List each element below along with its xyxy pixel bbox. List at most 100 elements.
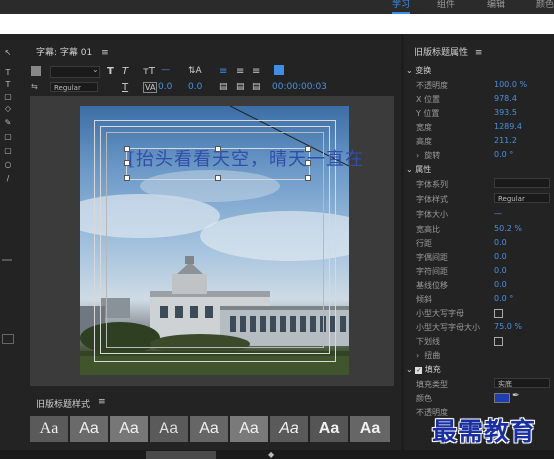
- tab-color[interactable]: 颜色: [536, 0, 554, 12]
- transform-section-label: 变换: [415, 66, 432, 75]
- rectangle-tool-icon[interactable]: ▢: [1, 132, 15, 142]
- font-size-value[interactable]: —: [494, 209, 502, 218]
- timeline-clip[interactable]: [146, 451, 216, 459]
- kerning-icon: VA: [143, 82, 158, 93]
- resize-handle-bc[interactable]: [215, 175, 221, 181]
- properties-title-label: 旧版标题属性: [414, 48, 469, 58]
- tab-stops-icon[interactable]: ⇆: [31, 82, 38, 91]
- fill-section[interactable]: ⌄ ✓ 填充: [406, 364, 441, 375]
- resize-handle-mr[interactable]: [305, 160, 311, 166]
- fill-type-select[interactable]: 实底: [494, 378, 550, 388]
- y-position-label: Y 位置: [416, 109, 440, 118]
- align-center-icon[interactable]: ≡: [236, 66, 244, 77]
- eyedropper-icon[interactable]: ✒: [512, 391, 520, 401]
- slant-value[interactable]: 0.0 °: [494, 294, 513, 303]
- leading-icon[interactable]: ⇅A: [188, 66, 202, 76]
- chevron-down-icon: ⌄: [406, 165, 416, 174]
- new-title-icon[interactable]: [31, 66, 41, 76]
- tab-stops-button[interactable]: ▤: [219, 82, 228, 92]
- align-left-icon[interactable]: ≡: [219, 66, 227, 77]
- font-family-select[interactable]: [494, 178, 550, 188]
- selection-tool-icon[interactable]: ↖: [1, 48, 15, 58]
- tracking-label: 字符间距: [416, 267, 448, 276]
- rounded-rect-tool-icon[interactable]: ▢: [1, 146, 15, 156]
- chevron-down-icon: ⌄: [406, 66, 416, 75]
- smallcaps-size-value[interactable]: 75.0 %: [494, 322, 522, 331]
- align-right-icon[interactable]: ≡: [252, 66, 260, 77]
- titler-title-label: 字幕: 字幕 01: [36, 48, 93, 58]
- fill-checkbox[interactable]: ✓: [415, 367, 423, 374]
- distort-label: 扭曲: [424, 351, 441, 360]
- ellipse-tool-icon[interactable]: ○: [1, 160, 15, 170]
- kerning-value[interactable]: 0.0: [158, 82, 172, 92]
- width-value[interactable]: 1289.4: [494, 122, 522, 131]
- resize-handle-tl[interactable]: [124, 146, 130, 152]
- font-size-label: 字体大小: [416, 210, 448, 219]
- resize-handle-tr[interactable]: [305, 146, 311, 152]
- leading-label: 行距: [416, 239, 432, 248]
- fill-color-swatch[interactable]: [494, 393, 510, 403]
- opacity-value[interactable]: 100.0 %: [494, 80, 527, 89]
- style-swatch[interactable]: Aa: [70, 416, 108, 442]
- align-icon[interactable]: [2, 259, 12, 261]
- tab-assembly[interactable]: 组件: [437, 0, 455, 12]
- font-style-dropdown[interactable]: Regular: [50, 82, 98, 92]
- style-swatch[interactable]: Aa: [230, 416, 268, 442]
- height-label: 高度: [416, 137, 432, 146]
- properties-section[interactable]: ⌄ 属性: [406, 164, 431, 175]
- leading-value[interactable]: 0.0: [494, 238, 507, 247]
- style-swatch[interactable]: Aa: [350, 416, 390, 442]
- smallcaps-label: 小型大写字母: [416, 309, 464, 318]
- style-swatch[interactable]: Aa: [30, 416, 68, 442]
- x-position-value[interactable]: 978.4: [494, 94, 517, 103]
- font-style-select[interactable]: Regular: [494, 193, 550, 203]
- height-value[interactable]: 211.2: [494, 136, 517, 145]
- pen-tool-icon[interactable]: ✎: [1, 118, 15, 128]
- properties-menu-icon[interactable]: ≡: [475, 48, 483, 58]
- tab-learn[interactable]: 学习: [392, 0, 411, 14]
- kerning-label: 字偶间距: [416, 253, 448, 262]
- underline-icon[interactable]: T: [122, 82, 128, 93]
- aspect-value[interactable]: 50.2 %: [494, 224, 522, 233]
- y-position-value[interactable]: 393.5: [494, 108, 517, 117]
- style-swatch[interactable]: Aa: [190, 416, 228, 442]
- transform-section[interactable]: ⌄ 变换: [406, 65, 431, 76]
- style-swatch[interactable]: Aa: [150, 416, 188, 442]
- vertical-type-tool-icon[interactable]: T: [1, 80, 15, 90]
- show-background-icon[interactable]: [274, 65, 284, 75]
- styles-menu-icon[interactable]: ≡: [98, 397, 106, 407]
- titler-menu-icon[interactable]: ≡: [101, 48, 109, 58]
- font-size-value[interactable]: —: [161, 65, 170, 75]
- type-tool-icon[interactable]: T: [1, 68, 15, 78]
- resize-handle-br[interactable]: [305, 175, 311, 181]
- italic-icon[interactable]: T: [122, 66, 128, 77]
- distribute-icon[interactable]: [2, 334, 14, 344]
- opacity-label: 不透明度: [416, 81, 448, 90]
- distort-row[interactable]: › 扭曲: [416, 350, 440, 361]
- bold-icon[interactable]: T: [107, 66, 114, 77]
- justify-last-icon[interactable]: ▤: [252, 82, 261, 92]
- tracking-value[interactable]: 0.0: [494, 266, 507, 275]
- style-swatch[interactable]: Aa: [110, 416, 148, 442]
- baseline-value[interactable]: 0.0: [494, 280, 507, 289]
- path-tool-icon[interactable]: ◇: [1, 104, 15, 114]
- rotation-value[interactable]: 0.0 °: [494, 150, 513, 159]
- resize-handle-ml[interactable]: [124, 160, 130, 166]
- timecode[interactable]: 00:00:00:03: [272, 82, 327, 92]
- font-size-icon[interactable]: тT: [143, 66, 155, 77]
- resize-handle-tc[interactable]: [215, 146, 221, 152]
- rotation-row[interactable]: › 旋转: [416, 150, 440, 161]
- justify-icon[interactable]: ▤: [236, 82, 245, 92]
- leading-value[interactable]: 0.0: [188, 82, 202, 92]
- smallcaps-checkbox[interactable]: [494, 309, 503, 318]
- line-tool-icon[interactable]: /: [1, 174, 15, 184]
- underline-checkbox[interactable]: [494, 337, 503, 346]
- resize-handle-bl[interactable]: [124, 175, 130, 181]
- style-swatch[interactable]: Aa: [310, 416, 348, 442]
- style-swatch[interactable]: Aa: [270, 416, 308, 442]
- kerning-value[interactable]: 0.0: [494, 252, 507, 261]
- slant-label: 倾斜: [416, 295, 432, 304]
- area-type-tool-icon[interactable]: ▢: [1, 92, 15, 102]
- tab-edit[interactable]: 编辑: [487, 0, 505, 12]
- playhead-icon[interactable]: ◆: [268, 450, 274, 459]
